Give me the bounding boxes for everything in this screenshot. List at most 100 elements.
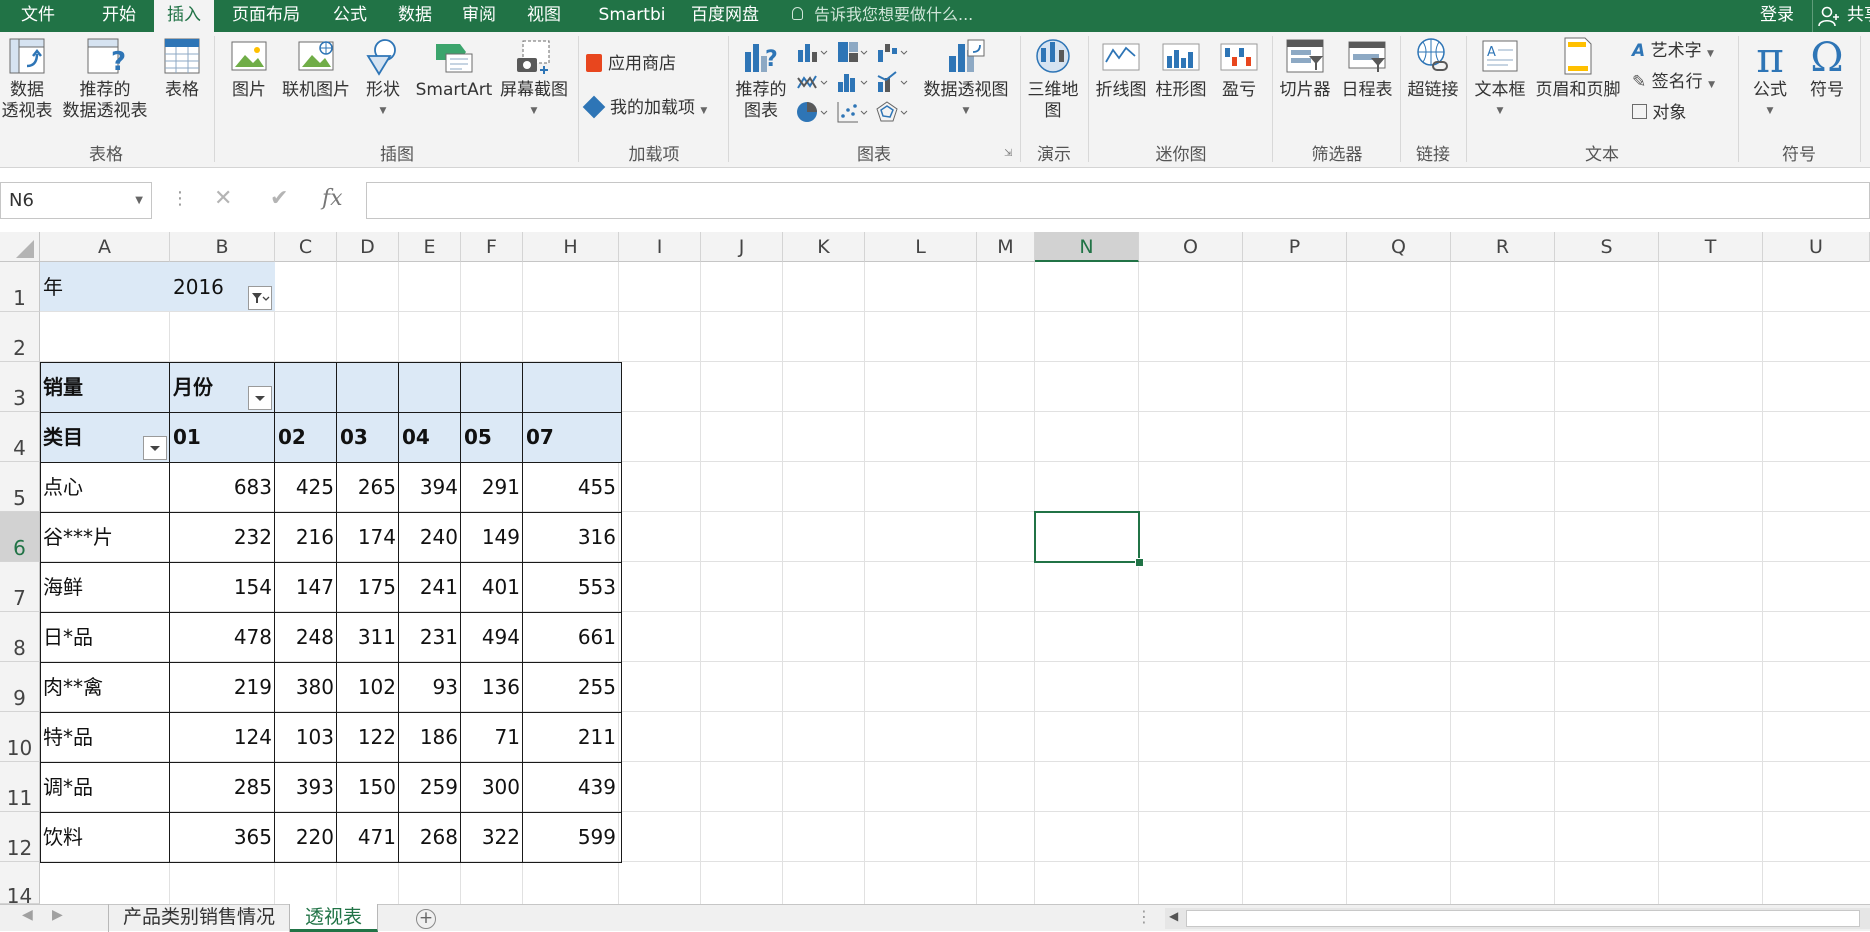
cancel-icon[interactable]: ✕ <box>214 186 232 211</box>
hyperlink-button[interactable]: 超链接 <box>1402 36 1464 101</box>
object-button[interactable]: 对象 <box>1632 101 1686 125</box>
online-picture-button[interactable]: 联机图片 <box>278 36 354 101</box>
recommended-pivot-button[interactable]: ? 推荐的 数据透视表 <box>58 36 152 122</box>
pivot-filter-value[interactable]: 2016 <box>170 262 250 311</box>
column-header[interactable]: U <box>1763 232 1870 262</box>
scatter-chart-button[interactable] <box>836 100 870 124</box>
add-sheet-button[interactable]: + <box>416 909 436 929</box>
column-header[interactable]: Q <box>1347 232 1451 262</box>
shapes-button[interactable]: 形状 ▼ <box>358 36 408 122</box>
row-header[interactable]: 4 <box>0 412 40 462</box>
column-header[interactable]: A <box>40 232 170 262</box>
menu-tab-page-layout[interactable]: 页面布局 <box>224 0 308 32</box>
formula-bar: N6 ▼ ⋮ ✕ ✔ fx <box>0 182 1870 220</box>
pivot-filter-label[interactable]: 年 <box>40 262 170 311</box>
3d-map-button[interactable]: 三维地 图 <box>1024 36 1082 122</box>
splitter-handle-icon[interactable]: ⋮ <box>1136 907 1152 926</box>
store-button[interactable]: 应用商店 <box>586 52 676 76</box>
menu-tab-smartbi[interactable]: Smartbi <box>584 0 680 32</box>
screenshot-button[interactable]: 屏幕截图 ▼ <box>496 36 572 122</box>
pie-chart-button[interactable] <box>796 100 830 124</box>
row-header[interactable]: 3 <box>0 362 40 412</box>
chevron-down-icon: ▼ <box>962 106 970 116</box>
my-addins-button[interactable]: 我的加载项 ▼ <box>582 95 707 123</box>
smartart-button[interactable]: SmartArt <box>412 36 496 101</box>
dialog-launcher-icon[interactable]: ⇲ <box>1004 148 1012 159</box>
timeline-button[interactable]: 日程表 <box>1338 36 1396 101</box>
pivot-table-button[interactable]: 数据 透视表 <box>0 36 54 122</box>
combo-chart-button[interactable] <box>876 70 910 94</box>
fill-handle[interactable] <box>1135 558 1144 567</box>
column-header[interactable]: P <box>1243 232 1347 262</box>
sparkline-column-button[interactable]: 柱形图 <box>1152 36 1210 101</box>
column-header[interactable]: R <box>1451 232 1555 262</box>
column-header[interactable]: K <box>783 232 865 262</box>
menu-tab-data[interactable]: 数据 <box>386 0 444 32</box>
scroll-left-arrow-icon[interactable]: ◀ <box>1169 909 1178 923</box>
hierarchy-chart-button[interactable] <box>836 40 870 64</box>
waterfall-chart-button[interactable] <box>876 40 910 64</box>
formula-input[interactable] <box>366 182 1870 219</box>
column-header[interactable]: F <box>461 232 523 262</box>
column-header-selected[interactable]: N <box>1035 232 1139 262</box>
ribbon-separator <box>1860 36 1861 162</box>
row-header[interactable]: 14 <box>0 862 40 904</box>
column-header[interactable]: O <box>1139 232 1243 262</box>
scroll-left-icon[interactable]: ◀ <box>22 907 33 923</box>
horizontal-scroll-thumb[interactable] <box>1186 910 1860 927</box>
statistic-chart-button[interactable] <box>836 70 870 94</box>
menu-tab-insert[interactable]: 插入 <box>154 0 214 32</box>
share-button[interactable]: 共享 <box>1812 0 1870 32</box>
column-header[interactable]: B <box>170 232 275 262</box>
filter-dropdown-button[interactable] <box>248 286 272 310</box>
column-header[interactable]: D <box>337 232 399 262</box>
textbox-button[interactable]: A 文本框 ▼ <box>1470 36 1530 122</box>
column-header[interactable]: I <box>619 232 701 262</box>
column-header[interactable]: T <box>1659 232 1763 262</box>
scroll-right-icon[interactable]: ▶ <box>52 907 63 923</box>
row-header[interactable]: 1 <box>0 262 40 312</box>
sparkline-line-button[interactable]: 折线图 <box>1092 36 1150 101</box>
chevron-down-icon: ▼ <box>1496 106 1504 116</box>
signature-line-button[interactable]: ✎ 签名行 ▼ <box>1632 70 1715 97</box>
column-header[interactable]: E <box>399 232 461 262</box>
radar-chart-button[interactable] <box>876 100 910 124</box>
menu-tab-formulas[interactable]: 公式 <box>320 0 380 32</box>
column-header[interactable]: M <box>977 232 1035 262</box>
column-header[interactable]: J <box>701 232 783 262</box>
selected-cell-n6[interactable] <box>1034 511 1140 563</box>
insert-function-icon[interactable]: fx <box>322 186 343 211</box>
column-header[interactable]: L <box>865 232 977 262</box>
row-header[interactable]: 2 <box>0 312 40 362</box>
column-chart-button[interactable] <box>796 40 830 64</box>
recommended-charts-button[interactable]: ? 推荐的 图表 <box>730 36 792 122</box>
table-button[interactable]: 表格 <box>158 36 206 101</box>
sheet-tab-pivot[interactable]: 透视表 <box>290 904 378 932</box>
symbol-button[interactable]: Ω 符号 <box>1800 36 1854 101</box>
picture-button[interactable]: 图片 <box>224 36 274 101</box>
equation-button[interactable]: π 公式 ▼ <box>1742 36 1798 122</box>
sheet-tab-product-sales[interactable]: 产品类别销售情况 <box>108 904 290 932</box>
login-link[interactable]: 登录 <box>1760 0 1794 32</box>
select-all-corner[interactable] <box>0 232 40 262</box>
chevron-down-icon[interactable]: ▼ <box>135 183 143 218</box>
tell-me-search[interactable]: 告诉我您想要做什么... <box>814 0 973 32</box>
menu-tab-view[interactable]: 视图 <box>514 0 574 32</box>
resize-handle-icon[interactable]: ⋮ <box>171 188 189 209</box>
line-chart-button[interactable] <box>796 70 830 94</box>
menu-tab-file[interactable]: 文件 <box>8 0 68 32</box>
wordart-button[interactable]: A 艺术字 ▼ <box>1632 39 1714 66</box>
worksheet-grid[interactable]: A B C D E F H I J K L M N O P Q R S T U … <box>0 232 1870 904</box>
column-header[interactable]: S <box>1555 232 1659 262</box>
menu-tab-baidu-netdisk[interactable]: 百度网盘 <box>682 0 768 32</box>
menu-tab-review[interactable]: 审阅 <box>450 0 508 32</box>
pivot-chart-button[interactable]: 数据透视图 ▼ <box>918 36 1014 122</box>
column-header[interactable]: H <box>523 232 619 262</box>
enter-icon[interactable]: ✔ <box>270 186 288 211</box>
column-header[interactable]: C <box>275 232 337 262</box>
slicer-button[interactable]: 切片器 <box>1276 36 1334 101</box>
sparkline-winloss-button[interactable]: 盈亏 <box>1212 36 1266 101</box>
name-box[interactable]: N6 ▼ <box>0 182 152 219</box>
menu-tab-home[interactable]: 开始 <box>90 0 148 32</box>
header-footer-button[interactable]: 页眉和页脚 <box>1532 36 1624 101</box>
